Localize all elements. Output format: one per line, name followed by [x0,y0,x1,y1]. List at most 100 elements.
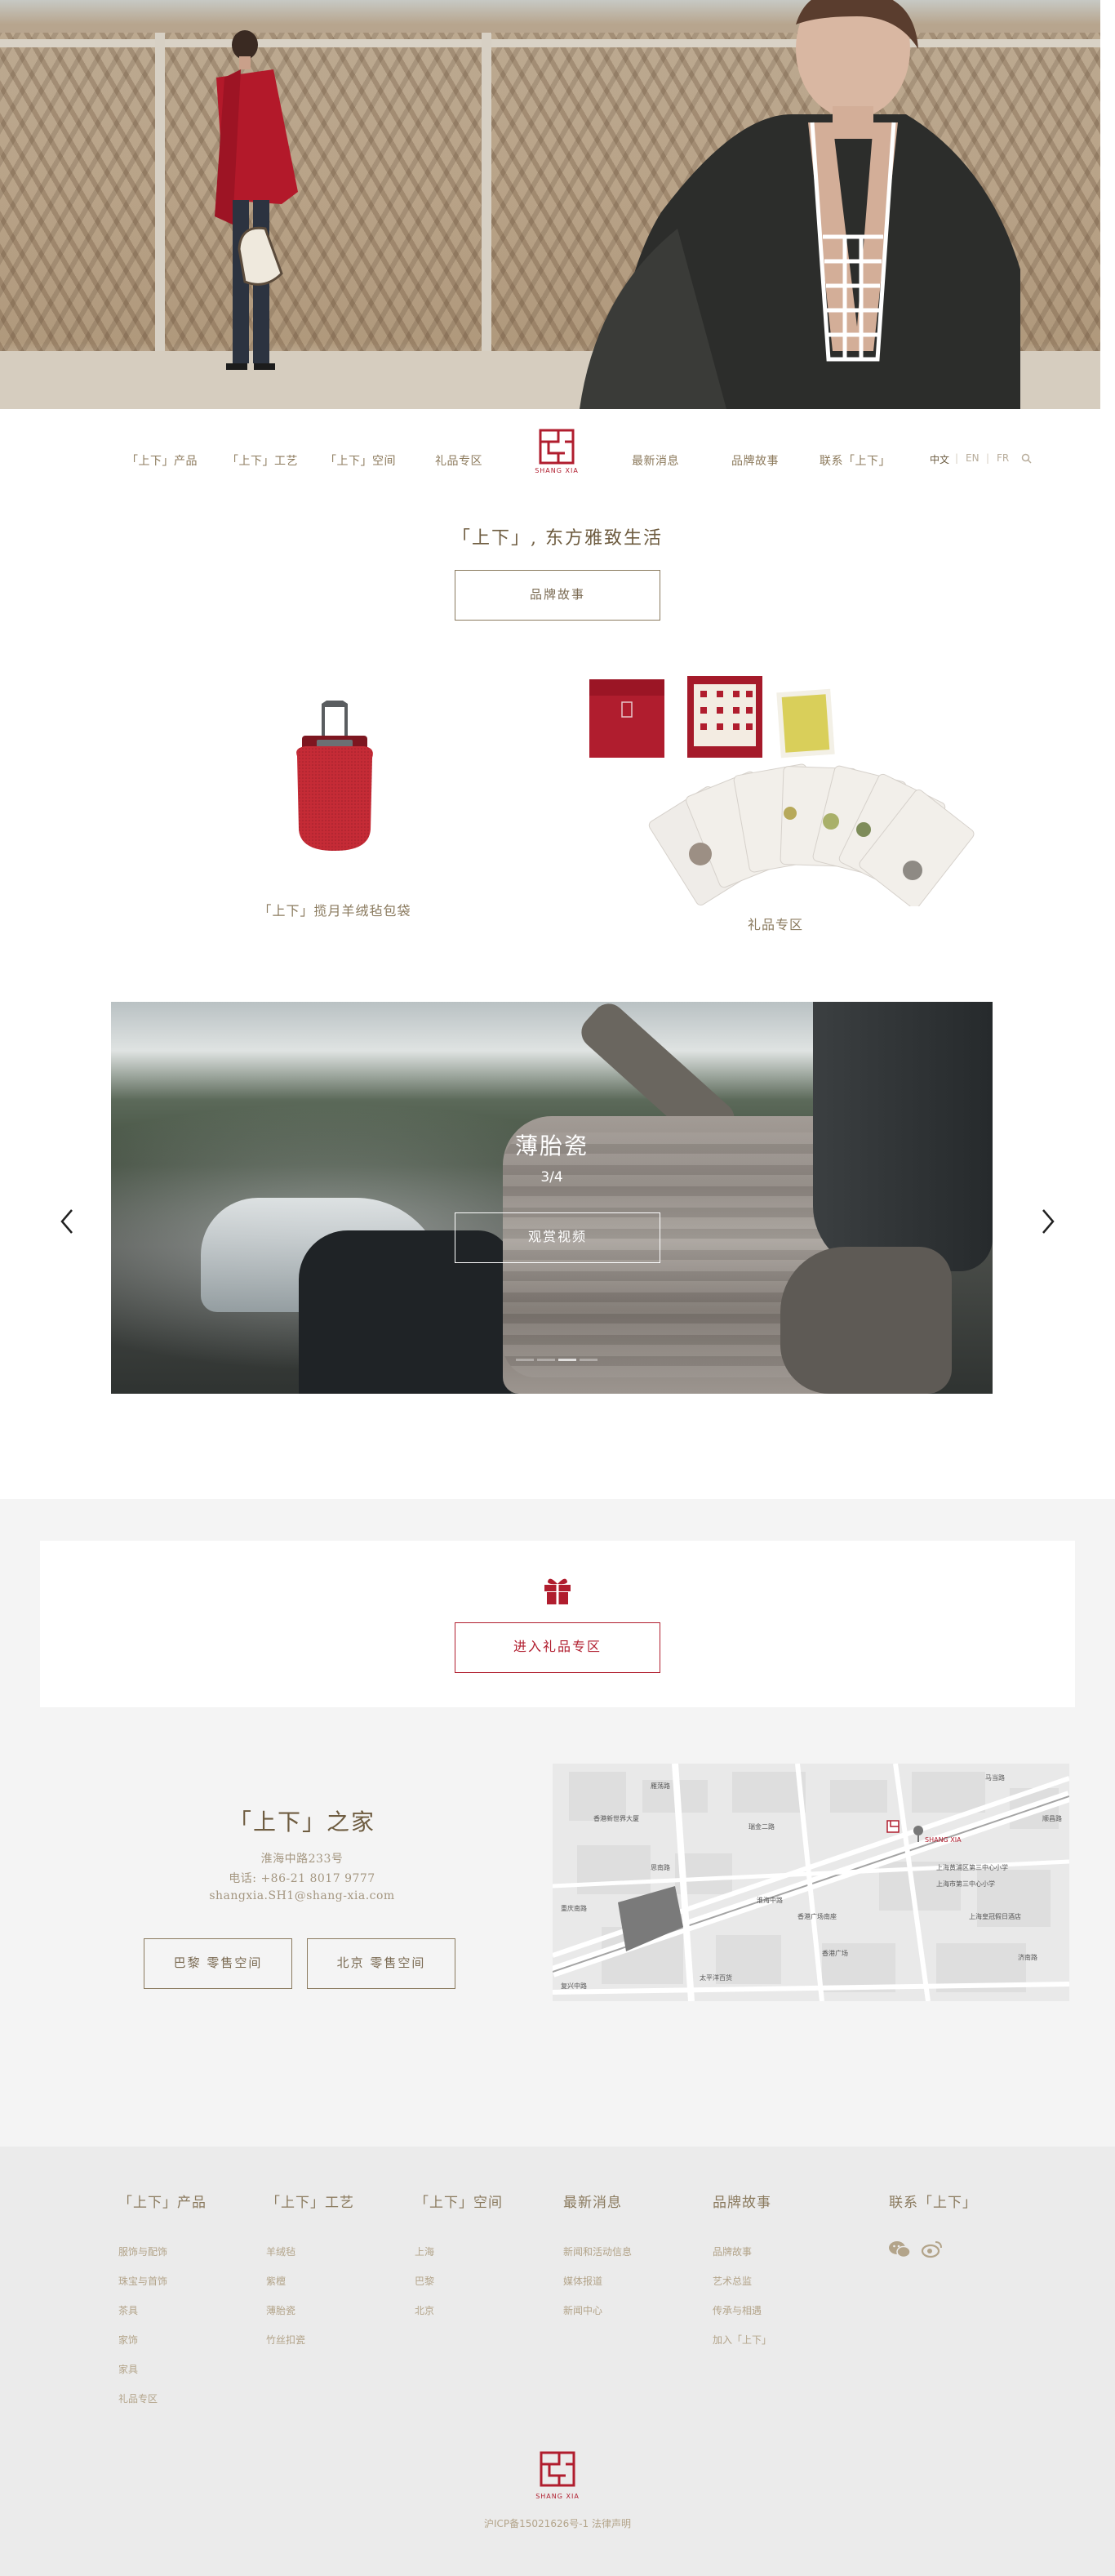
map-label: 太平洋百货 [700,1973,732,1982]
logo-wordmark: SHANG XIA [535,467,579,474]
nav-gifts[interactable]: 礼品专区 [435,452,482,469]
home-title: 「上下」之家 [228,1809,375,1835]
footer-link[interactable]: 服饰与配饰 [118,2245,167,2258]
nav-brand-story[interactable]: 品牌故事 [731,452,779,469]
lang-separator: | [955,452,959,464]
product-image-gift-cards[interactable] [586,670,994,906]
home-email[interactable]: shangxia.SH1@shang-xia.com [0,1889,604,1902]
map-label: SHANG XIA [925,1836,962,1844]
wechat-icon[interactable] [888,2240,911,2259]
footer-link[interactable]: 媒体报道 [563,2274,602,2288]
fence-post [155,33,165,359]
lang-fr[interactable]: FR [997,452,1009,464]
map-label: 香港广场 [822,1949,848,1957]
footer-link[interactable]: 新闻中心 [563,2303,602,2317]
home-phone: 电话: +86-21 8017 9777 [229,1872,375,1885]
brand-story-button[interactable]: 品牌故事 [455,570,660,621]
icp-notice[interactable]: 沪ICP备15021626号-1 法律声明 [0,2516,1115,2530]
slide-counter: 3/4 [540,1169,563,1186]
footer-link[interactable]: 珠宝与首饰 [118,2274,167,2288]
footer-link[interactable]: 北京 [415,2303,434,2317]
map-label: 思南路 [651,1863,670,1871]
lang-en[interactable]: EN [966,452,980,464]
fence-post [482,33,491,359]
footer-link[interactable]: 品牌故事 [713,2245,752,2258]
map-label: 香港广场南座 [797,1912,837,1920]
footer-logo[interactable]: SHANG XIA [535,2451,580,2508]
footer-link[interactable]: 巴黎 [415,2274,434,2288]
shang-xia-logo-icon [539,429,575,465]
enter-gift-zone-button[interactable]: 进入礼品专区 [455,1622,660,1673]
search-icon[interactable] [1021,453,1032,464]
lang-separator: | [986,452,990,464]
map-label: 雁荡路 [651,1782,670,1790]
gift-card: 进入礼品专区 [40,1541,1075,1707]
footer-title-products[interactable]: 「上下」产品 [118,2191,207,2211]
chevron-right-icon[interactable] [1035,1207,1059,1236]
map-label: 复兴中路 [561,1982,587,1990]
slide-title: 薄胎瓷 [514,1132,589,1159]
weibo-icon[interactable] [921,2240,944,2259]
nav-space[interactable]: 「上下」空间 [325,452,396,469]
footer-link[interactable]: 加入「上下」 [713,2333,771,2347]
map-label: 香港新世界大厦 [593,1814,639,1822]
hero-model-red [215,30,298,370]
footer-link[interactable]: 家饰 [118,2333,138,2347]
map-label: 淮海中路 [757,1896,783,1904]
gift-and-home-section: 进入礼品专区 「上下」之家 淮海中路233号 电话: +86-21 8017 9… [0,1499,1115,2147]
main-nav: 「上下」产品 「上下」工艺 「上下」空间 礼品专区 SHANG XIA 最新消息… [0,409,1115,507]
hero-model-main [580,0,1020,409]
map-label: 重庆南路 [561,1904,587,1912]
nav-news[interactable]: 最新消息 [632,452,679,469]
site-footer: 「上下」产品 服饰与配饰 珠宝与首饰 茶具 家饰 家具 礼品专区 「上下」工艺 … [0,2147,1115,2576]
home-address: 淮海中路233号 [260,1853,344,1866]
gift-icon [544,1578,571,1604]
map-label: 上海黄浦区第三中心小学 [936,1863,1008,1871]
nav-contact[interactable]: 联系「上下」 [820,452,891,469]
footer-link[interactable]: 上海 [415,2245,434,2258]
map-label: 济南路 [1018,1953,1037,1961]
footer-link[interactable]: 紫檀 [266,2274,286,2288]
footer-link[interactable]: 薄胎瓷 [266,2303,295,2317]
footer-title-brand[interactable]: 品牌故事 [713,2191,771,2211]
slide-dot[interactable] [516,1359,534,1361]
footer-link[interactable]: 传承与相遇 [713,2303,762,2317]
footer-title-craft[interactable]: 「上下」工艺 [266,2191,354,2211]
map-label: 马当路 [985,1773,1005,1782]
product-caption-gifts[interactable]: 礼品专区 [645,914,906,933]
product-caption-bag[interactable]: 「上下」揽月羊绒毡包袋 [204,900,465,919]
shang-xia-logo[interactable]: SHANG XIA [535,429,579,484]
footer-title-contact[interactable]: 联系「上下」 [889,2191,977,2211]
map-label: 上海市第三中心小学 [936,1880,995,1888]
nav-craft[interactable]: 「上下」工艺 [227,452,298,469]
carousel-hand [780,1247,952,1394]
watch-video-button[interactable]: 观赏视频 [455,1212,660,1263]
lang-zh[interactable]: 中文 [930,452,949,466]
shang-xia-logo-icon [540,2451,575,2487]
footer-link[interactable]: 艺术总监 [713,2274,752,2288]
product-image-bag[interactable] [286,699,384,854]
footer-logo-wordmark: SHANG XIA [535,2493,580,2500]
slide-dot[interactable] [537,1359,555,1361]
footer-link[interactable]: 新闻和活动信息 [563,2245,632,2258]
footer-link[interactable]: 茶具 [118,2303,138,2317]
craft-carousel[interactable]: 薄胎瓷 3/4 观赏视频 [111,1002,993,1394]
map-label: 顺昌路 [1042,1814,1062,1822]
slide-dot-active[interactable] [558,1359,576,1361]
footer-link[interactable]: 家具 [118,2362,138,2376]
footer-title-space[interactable]: 「上下」空间 [415,2191,503,2211]
map-label: 瑞金二路 [749,1822,775,1831]
paris-store-button[interactable]: 巴黎 零售空间 [144,1938,292,1989]
footer-link[interactable]: 羊绒毡 [266,2245,295,2258]
footer-link[interactable]: 礼品专区 [118,2391,158,2405]
chevron-left-icon[interactable] [56,1207,80,1236]
brand-tagline: 「上下」, 东方雅致生活 [452,528,663,549]
footer-link[interactable]: 竹丝扣瓷 [266,2333,305,2347]
footer-title-news[interactable]: 最新消息 [563,2191,622,2211]
slide-dot[interactable] [580,1359,597,1361]
nav-products[interactable]: 「上下」产品 [127,452,198,469]
beijing-store-button[interactable]: 北京 零售空间 [307,1938,455,1989]
store-map[interactable]: 香港新世界大厦 雁荡路 瑞金二路 淮海中路 香港广场南座 香港广场 太平洋百货 … [553,1764,1069,2001]
hero-banner [0,0,1100,409]
map-label: 上海皇冠假日酒店 [969,1912,1021,1920]
